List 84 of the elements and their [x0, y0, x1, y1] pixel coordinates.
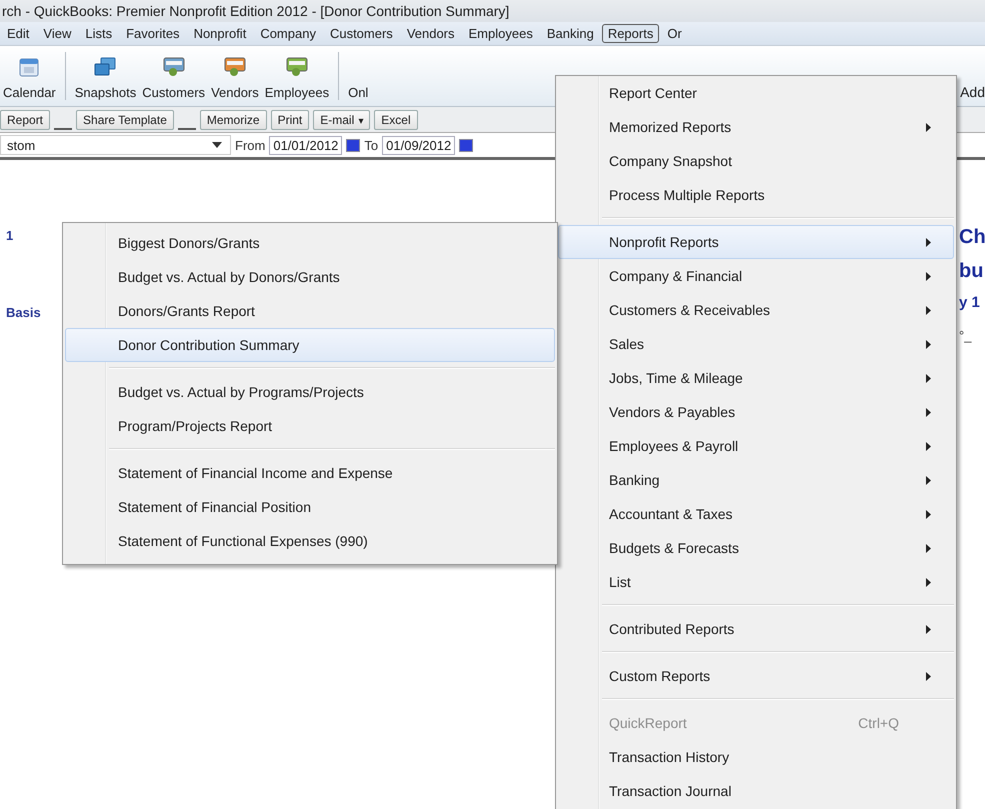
report-text: Ch — [959, 226, 985, 250]
window-title: rch - QuickBooks: Premier Nonprofit Edition 2012 - [Donor Contribution Summary] — [2, 3, 510, 19]
menu-item[interactable]: Statement of Functional Expenses (990) — [65, 524, 555, 558]
toolbar-button[interactable]: Excel — [374, 110, 418, 130]
menu-item[interactable]: Vendors — [400, 24, 461, 43]
menu-item[interactable]: Sales — [558, 327, 954, 361]
menu-item[interactable]: Banking — [540, 24, 600, 43]
submenu-arrow-icon — [926, 625, 931, 634]
toolbar-button[interactable]: Vendors — [208, 46, 262, 106]
menu-item[interactable]: Transaction History — [558, 740, 954, 774]
toolbar-button[interactable]: Memorize — [200, 110, 267, 130]
menu-item[interactable]: Employees — [462, 24, 539, 43]
menu-item[interactable]: Statement of Financial Position — [65, 490, 555, 524]
report-text: bu — [959, 260, 984, 284]
menu-item[interactable]: Donors/Grants Report — [65, 294, 555, 328]
toolbar-button[interactable]: Report — [0, 110, 50, 130]
menu-item[interactable]: Company — [254, 24, 322, 43]
menu-item[interactable]: Statement of Financial Income and Expense — [65, 456, 555, 490]
windows-icon — [94, 57, 116, 77]
calendar-icon[interactable] — [346, 138, 360, 152]
submenu-arrow-icon — [926, 238, 931, 247]
menu-item[interactable]: Budget vs. Actual by Donors/Grants — [65, 260, 555, 294]
toolbar-button[interactable]: Share Template — [76, 110, 174, 130]
submenu-arrow-icon — [926, 123, 931, 132]
menu-item[interactable]: Favorites — [120, 24, 186, 43]
submenu-arrow-icon — [926, 306, 931, 315]
menu-item[interactable]: Report Center — [558, 76, 954, 110]
period-dropdown[interactable]: stom — [0, 135, 231, 155]
menu-item[interactable]: View — [37, 24, 78, 43]
report-text: °_ — [959, 328, 973, 345]
toolbar-button[interactable]: Calendar — [0, 46, 59, 106]
menu-item[interactable]: Biggest Donors/Grants — [65, 226, 555, 260]
menu-item[interactable]: Company & Financial — [558, 259, 954, 293]
submenu-arrow-icon — [926, 578, 931, 587]
menu-item[interactable]: Budgets & Forecasts — [558, 531, 954, 565]
menu-item[interactable]: Reports — [602, 24, 660, 43]
report-text: y 1 — [959, 294, 981, 313]
calendar-icon[interactable] — [459, 138, 474, 152]
menu-item[interactable]: Banking — [558, 463, 954, 497]
toolbar-button[interactable]: Onl — [345, 46, 372, 106]
toolbar-button[interactable]: Employees — [262, 46, 332, 106]
menu-item[interactable]: Memorized Reports — [558, 110, 954, 144]
menu-item[interactable]: Budget vs. Actual by Programs/Projects — [65, 375, 555, 409]
menu-item[interactable]: Accountant & Taxes — [558, 497, 954, 531]
menu-item[interactable]: Company Snapshot — [558, 144, 954, 178]
toolbar-button[interactable]: Snapshots — [72, 46, 140, 106]
menu-item[interactable]: Contributed Reports — [558, 612, 954, 646]
menu-item[interactable]: Customers — [324, 24, 399, 43]
menu-item[interactable]: Nonprofit — [188, 24, 252, 43]
menu-item[interactable]: Transaction Journal — [558, 774, 954, 808]
submenu-arrow-icon — [926, 544, 931, 553]
from-label: From — [235, 138, 266, 152]
date-field[interactable]: 01/09/2012 — [382, 136, 456, 154]
menu-item[interactable]: Lists — [79, 24, 118, 43]
submenu-arrow-icon — [926, 272, 931, 281]
submenu-arrow-icon — [926, 672, 931, 681]
dropdown-arrow-icon — [212, 142, 222, 148]
submenu-arrow-icon — [926, 510, 931, 519]
date-field[interactable]: 01/01/2012 — [269, 136, 342, 154]
menu-item[interactable]: List — [558, 565, 954, 599]
menu-item[interactable]: Or — [661, 24, 688, 43]
report-text: Basis — [6, 305, 41, 320]
menu-item[interactable]: Edit — [1, 24, 36, 43]
submenu-arrow-icon — [926, 340, 931, 349]
calendar-icon — [19, 57, 40, 77]
to-label: To — [364, 138, 378, 152]
submenu-arrow-icon — [926, 442, 931, 451]
menu-item[interactable]: Vendors & Payables — [558, 395, 954, 429]
menu-item[interactable]: Process Multiple Reports — [558, 178, 954, 212]
submenu-arrow-icon — [926, 374, 931, 383]
toolbar-button[interactable]: E-mail ▾ — [313, 110, 370, 130]
menu-item[interactable]: Customers & Receivables — [558, 293, 954, 327]
menu-item[interactable]: Donor Contribution Summary — [65, 328, 555, 362]
toolbar-label[interactable]: Add — [960, 84, 985, 106]
menu-item[interactable]: Employees & Payroll — [558, 429, 954, 463]
menu-item[interactable]: Jobs, Time & Mileage — [558, 361, 954, 395]
menu-item[interactable]: Program/Projects Report — [65, 409, 555, 443]
menu-item[interactable]: Custom Reports — [558, 659, 954, 693]
menu-item[interactable]: Nonprofit Reports — [558, 225, 954, 259]
submenu-arrow-icon — [926, 408, 931, 417]
report-text: 1 — [6, 228, 14, 243]
submenu-arrow-icon — [926, 476, 931, 485]
toolbar-button[interactable]: Customers — [139, 46, 208, 106]
toolbar-button[interactable]: Print — [270, 110, 310, 130]
